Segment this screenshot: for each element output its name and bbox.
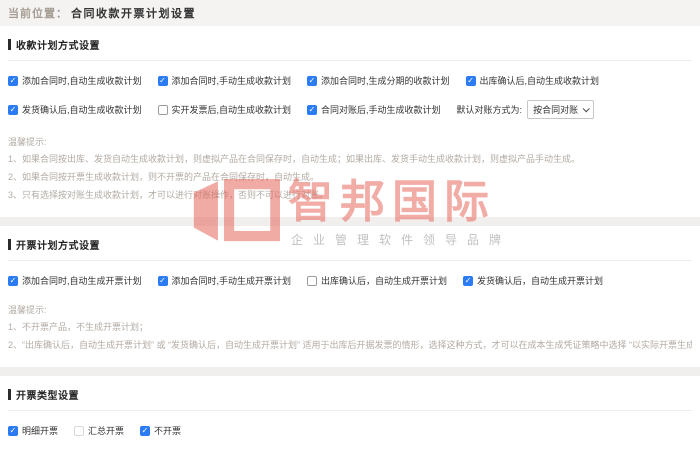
page-title: 合同收款开票计划设置 bbox=[71, 5, 196, 21]
checkbox-row: ✓ 添加合同时,自动生成开票计划 ✓ 添加合同时,手动生成开票计划 出库确认后，自动生成… bbox=[8, 274, 692, 287]
checkbox-checked-icon[interactable]: ✓ bbox=[307, 76, 317, 86]
checkbox-label: 添加合同时,生成分期的收款计划 bbox=[321, 74, 450, 87]
section-title: 开票类型设置 bbox=[16, 387, 79, 402]
checkbox-row: ✓ 添加合同时,自动生成收款计划 ✓ 添加合同时,手动生成收款计划 ✓ 添加合同时,生成分… bbox=[8, 74, 692, 87]
checkbox-checked-icon[interactable]: ✓ bbox=[158, 76, 168, 86]
checkbox-checked-icon[interactable]: ✓ bbox=[8, 76, 18, 86]
checkbox-option[interactable]: ✓ 明细开票 bbox=[8, 424, 58, 437]
section-separator bbox=[0, 217, 700, 226]
section-header: 开票类型设置 bbox=[8, 388, 692, 401]
checkbox-option[interactable]: 汇总开票 bbox=[74, 424, 124, 437]
checkbox-label: 出库确认后,自动生成收款计划 bbox=[480, 74, 600, 87]
tips-title: 温馨提示: bbox=[8, 302, 692, 318]
section-3: 开票类型设置 ✓ 明细开票 汇总开票 ✓ 不开票 bbox=[0, 376, 700, 450]
section-2: 开票计划方式设置 ✓ 添加合同时,自动生成开票计划 ✓ 添加合同时,手动生成开票计划 出库… bbox=[0, 226, 700, 367]
default-reconcile-method-select[interactable]: 按合同对账 bbox=[527, 100, 594, 119]
divider bbox=[8, 60, 692, 61]
checkbox-checked-icon[interactable]: ✓ bbox=[466, 76, 476, 86]
checkbox-option[interactable]: ✓ 添加合同时,自动生成收款计划 bbox=[8, 74, 142, 87]
checkbox-option[interactable]: ✓ 不开票 bbox=[140, 424, 181, 437]
checkbox-option[interactable]: 出库确认后，自动生成开票计划 bbox=[307, 274, 447, 287]
tips-block: 温馨提示:1、不开票产品，不生成开票计划；2、“出库确认后，自动生成开票计划” … bbox=[8, 302, 692, 354]
tips-block: 温馨提示:1、如果合同按出库、发货自动生成收款计划，则虚拟产品在合同保存时，自动… bbox=[8, 134, 692, 204]
checkbox-unchecked-icon[interactable] bbox=[307, 276, 317, 286]
section-title-bar bbox=[8, 239, 11, 250]
checkbox-option[interactable]: ✓ 发货确认后，自动生成开票计划 bbox=[463, 274, 603, 287]
settings-sections: 收款计划方式设置 ✓ 添加合同时,自动生成收款计划 ✓ 添加合同时,手动生成收款计划 ✓ 添… bbox=[0, 26, 700, 450]
checkbox-option[interactable]: ✓ 发货确认后,自动生成收款计划 bbox=[8, 103, 142, 116]
tip-line: 2、“出库确认后，自动生成开票计划” 或 “发货确认后，自动生成开票计划” 适用… bbox=[8, 336, 692, 354]
dropdown-selected-value: 按合同对账 bbox=[533, 103, 578, 116]
checkbox-option[interactable]: ✓ 添加合同时,生成分期的收款计划 bbox=[307, 74, 450, 87]
section-header: 开票计划方式设置 bbox=[8, 238, 692, 251]
checkbox-checked-icon[interactable]: ✓ bbox=[140, 426, 150, 436]
section-title-bar bbox=[8, 389, 11, 400]
checkbox-label: 明细开票 bbox=[22, 424, 58, 437]
checkbox-label: 发货确认后,自动生成收款计划 bbox=[22, 103, 142, 116]
tips-title: 温馨提示: bbox=[8, 134, 692, 150]
checkbox-option[interactable]: 实开发票后,自动生成收款计划 bbox=[158, 103, 292, 116]
checkbox-label: 汇总开票 bbox=[88, 424, 124, 437]
tip-line: 2、如果合同按开票生成收款计划，则不开票的产品在合同保存时，自动生成。 bbox=[8, 168, 692, 186]
checkbox-option[interactable]: ✓ 添加合同时,手动生成开票计划 bbox=[158, 274, 292, 287]
checkbox-label: 添加合同时,自动生成开票计划 bbox=[22, 274, 142, 287]
section-1: 收款计划方式设置 ✓ 添加合同时,自动生成收款计划 ✓ 添加合同时,手动生成收款计划 ✓ 添… bbox=[0, 26, 700, 217]
checkbox-unchecked-icon[interactable] bbox=[158, 105, 168, 115]
tip-line: 1、如果合同按出库、发货自动生成收款计划，则虚拟产品在合同保存时，自动生成；如果… bbox=[8, 150, 692, 168]
breadcrumb-prefix: 当前位置： bbox=[8, 5, 68, 21]
checkbox-label: 添加合同时,手动生成收款计划 bbox=[172, 74, 292, 87]
dropdown-label: 默认对账方式为: bbox=[457, 103, 523, 116]
section-title: 收款计划方式设置 bbox=[16, 37, 100, 52]
default-reconcile-method: 默认对账方式为: 按合同对账 bbox=[457, 100, 595, 119]
section-header: 收款计划方式设置 bbox=[8, 38, 692, 51]
tip-line: 1、不开票产品，不生成开票计划； bbox=[8, 318, 692, 336]
breadcrumb: 当前位置： 合同收款开票计划设置 bbox=[0, 0, 700, 26]
checkbox-checked-icon[interactable]: ✓ bbox=[8, 426, 18, 436]
checkbox-row: ✓ 明细开票 汇总开票 ✓ 不开票 bbox=[8, 424, 692, 437]
checkbox-option[interactable]: ✓ 添加合同时,自动生成开票计划 bbox=[8, 274, 142, 287]
section-title: 开票计划方式设置 bbox=[16, 237, 100, 252]
checkbox-label: 不开票 bbox=[154, 424, 181, 437]
checkbox-option[interactable]: ✓ 合同对账后,手动生成收款计划 bbox=[307, 103, 441, 116]
divider bbox=[8, 410, 692, 411]
checkbox-checked-icon[interactable]: ✓ bbox=[158, 276, 168, 286]
tip-line: 3、只有选择按对账生成收款计划，才可以进行对账操作，否则不可以进行对账。 bbox=[8, 186, 692, 204]
checkbox-label: 实开发票后,自动生成收款计划 bbox=[172, 103, 292, 116]
section-separator bbox=[0, 367, 700, 376]
checkbox-label: 出库确认后，自动生成开票计划 bbox=[321, 274, 447, 287]
checkbox-label: 添加合同时,手动生成开票计划 bbox=[172, 274, 292, 287]
checkbox-checked-icon[interactable]: ✓ bbox=[463, 276, 473, 286]
chevron-down-icon bbox=[583, 105, 590, 112]
checkbox-checked-icon[interactable]: ✓ bbox=[8, 276, 18, 286]
checkbox-option[interactable]: ✓ 添加合同时,手动生成收款计划 bbox=[158, 74, 292, 87]
checkbox-row: ✓ 发货确认后,自动生成收款计划 实开发票后,自动生成收款计划 ✓ 合同对账后,手动生成… bbox=[8, 100, 692, 119]
checkbox-label: 发货确认后，自动生成开票计划 bbox=[477, 274, 603, 287]
checkbox-label: 合同对账后,手动生成收款计划 bbox=[321, 103, 441, 116]
checkbox-option[interactable]: ✓ 出库确认后,自动生成收款计划 bbox=[466, 74, 600, 87]
checkbox-checked-icon[interactable]: ✓ bbox=[8, 105, 18, 115]
section-title-bar bbox=[8, 39, 11, 50]
checkbox-unchecked-icon[interactable] bbox=[74, 426, 84, 436]
divider bbox=[8, 260, 692, 261]
checkbox-checked-icon[interactable]: ✓ bbox=[307, 105, 317, 115]
checkbox-label: 添加合同时,自动生成收款计划 bbox=[22, 74, 142, 87]
